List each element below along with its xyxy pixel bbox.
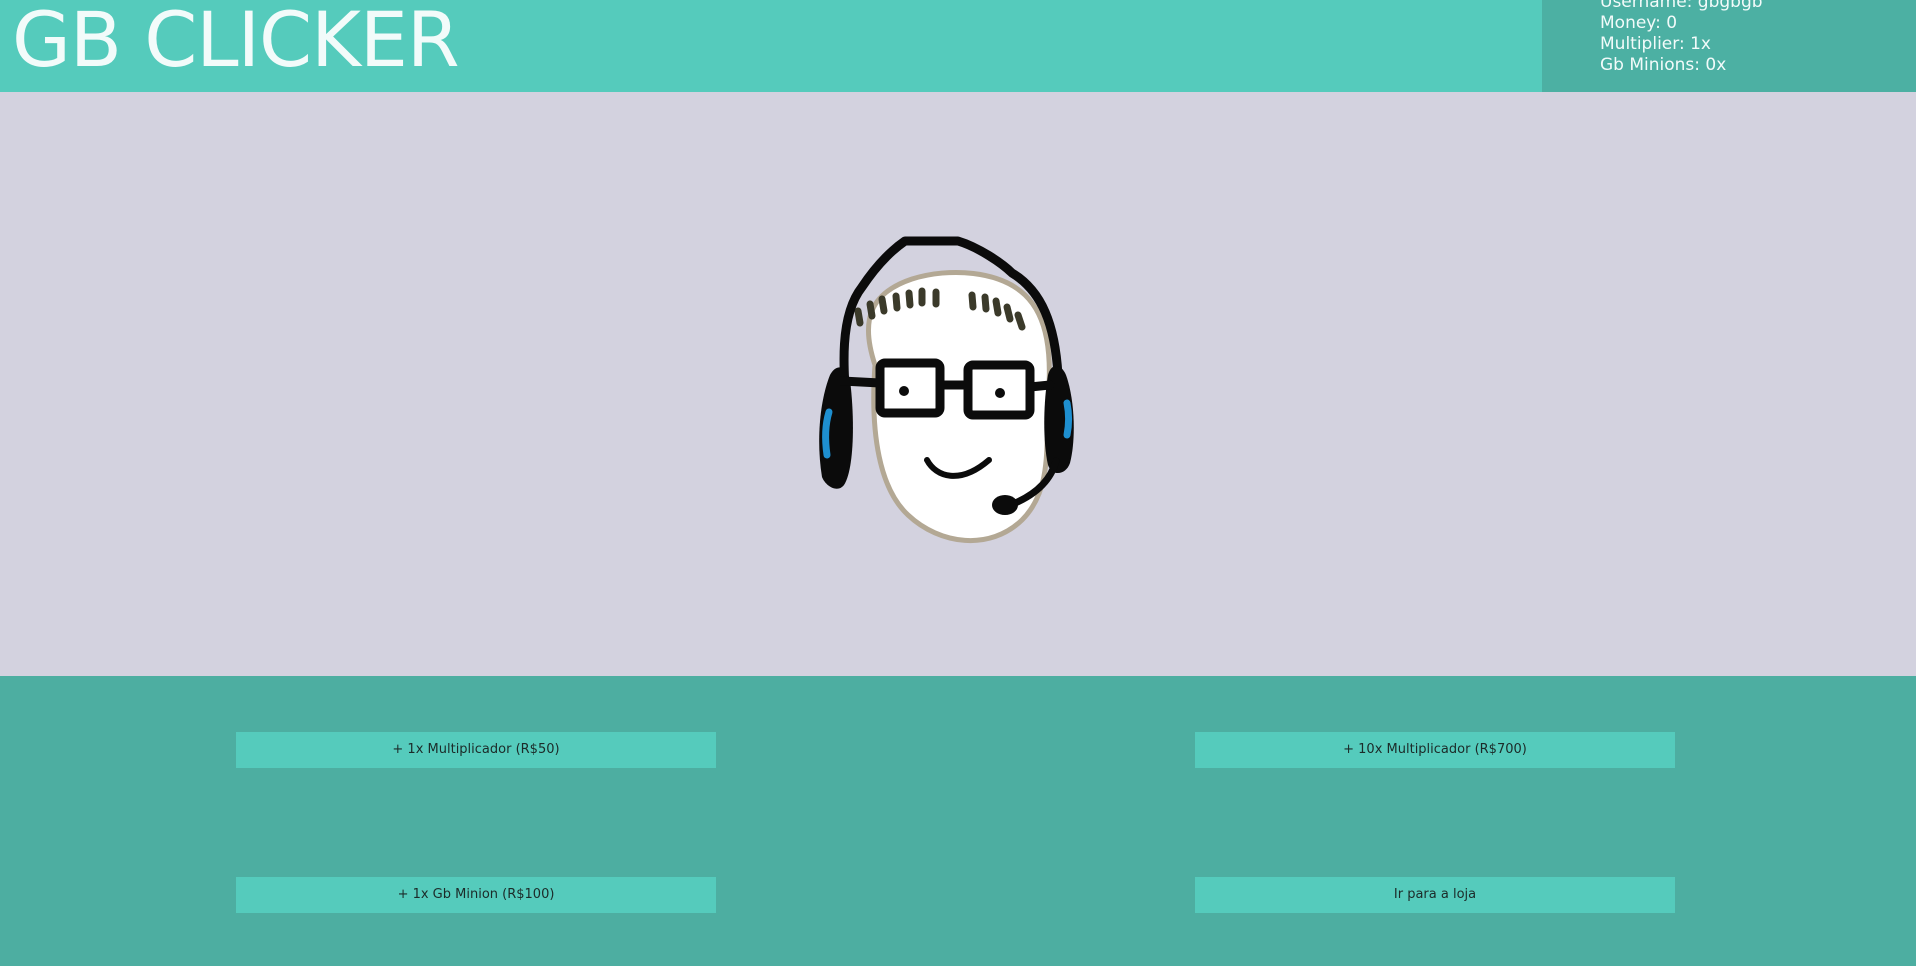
headset-face-icon[interactable] — [800, 215, 1100, 550]
stats-panel: Username: gbgbgb Money: 0 Multiplier: 1x… — [1542, 0, 1916, 92]
headset-right-accent — [1063, 399, 1072, 439]
left-eye — [899, 386, 909, 396]
controls-panel: + 1x Multiplicador (R$50) + 10x Multipli… — [0, 676, 1916, 966]
minions-stat: Gb Minions: 0x — [1600, 55, 1727, 75]
click-area — [0, 92, 1916, 676]
username-stat: Username: gbgbgb — [1600, 0, 1763, 12]
right-eye — [995, 388, 1005, 398]
headset-mic — [992, 495, 1018, 515]
buy-gb-minion-button[interactable]: + 1x Gb Minion (R$100) — [236, 877, 716, 913]
money-stat: Money: 0 — [1600, 13, 1678, 33]
game-title: GB CLICKER — [12, 0, 460, 84]
go-to-shop-button[interactable]: Ir para a loja — [1195, 877, 1675, 913]
header-bar: GB CLICKER Username: gbgbgb Money: 0 Mul… — [0, 0, 1916, 92]
buy-10x-multiplier-button[interactable]: + 10x Multiplicador (R$700) — [1195, 732, 1675, 768]
headset-left-accent — [822, 408, 833, 459]
buy-1x-multiplier-button[interactable]: + 1x Multiplicador (R$50) — [236, 732, 716, 768]
stats-list: Username: gbgbgb Money: 0 Multiplier: 1x… — [1600, 0, 1763, 76]
multiplier-stat: Multiplier: 1x — [1600, 34, 1711, 54]
